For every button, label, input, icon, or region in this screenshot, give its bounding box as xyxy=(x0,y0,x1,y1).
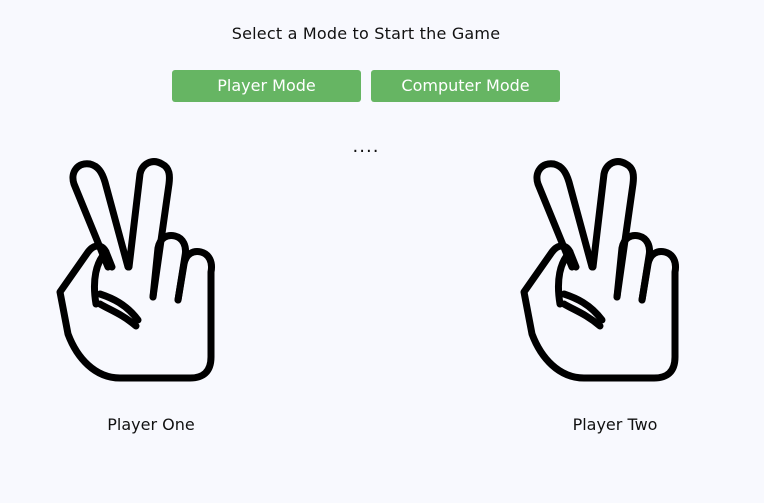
player-one-label: Player One xyxy=(107,415,195,434)
computer-mode-button[interactable]: Computer Mode xyxy=(371,70,560,102)
player-one-hand-icon xyxy=(50,152,220,392)
peace-hand-icon xyxy=(56,158,215,382)
player-two-hand-icon xyxy=(514,152,684,392)
peace-hand-icon xyxy=(520,158,679,382)
player-two-label: Player Two xyxy=(572,415,658,434)
result-indicator: .... xyxy=(352,136,380,157)
player-mode-button[interactable]: Player Mode xyxy=(172,70,361,102)
mode-prompt: Select a Mode to Start the Game xyxy=(231,24,501,43)
